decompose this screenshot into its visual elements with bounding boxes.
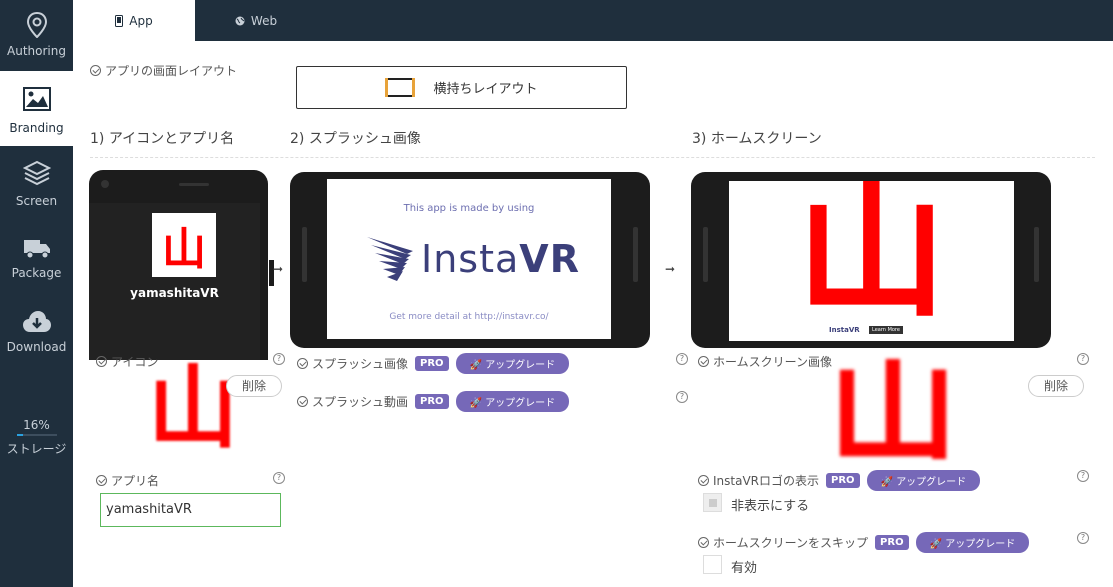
image-icon	[22, 87, 51, 111]
cloud-download-icon	[22, 311, 51, 332]
section-title-home: 3) ホームスクリーン	[692, 131, 822, 147]
delete-icon-button[interactable]: 削除	[226, 375, 282, 397]
help-icon[interactable]: ?	[676, 391, 688, 403]
pro-badge: PRO	[826, 473, 860, 488]
storage-label: ストレージ	[6, 442, 67, 456]
sidebar-item-label: Branding	[9, 121, 64, 135]
check-circle-icon	[96, 475, 107, 486]
sidebar-item-label: Screen	[15, 194, 58, 208]
check-circle-icon	[90, 65, 101, 76]
home-preview-screen: 山 InstaVR Learn More	[729, 181, 1014, 341]
landscape-phone-icon	[385, 78, 416, 97]
pro-badge: PRO	[875, 535, 909, 550]
home-preview-phone: 山 InstaVR Learn More	[691, 172, 1051, 348]
sidebar-item-label: Package	[11, 266, 62, 280]
upgrade-button[interactable]: 🚀 アップグレード	[866, 470, 981, 491]
skip-home-checkbox[interactable]	[703, 555, 722, 574]
skip-home-label: ホームスクリーンをスキップ PRO 🚀 アップグレード	[698, 532, 1030, 553]
storage-bar-fill	[16, 434, 23, 436]
app-name-preview: yamashitaVR	[130, 286, 219, 300]
globe-icon	[235, 16, 245, 25]
sidebar-item-package[interactable]: Package	[0, 238, 73, 293]
sidebar-item-authoring[interactable]: Authoring	[0, 12, 73, 70]
layers-icon	[22, 160, 51, 186]
tab-label: App	[129, 13, 153, 28]
location-pin-icon	[26, 12, 47, 38]
splash-video-label: スプラッシュ動画 PRO 🚀 アップグレード	[297, 391, 570, 412]
icon-preview-screen: 山 yamashitaVR	[89, 203, 260, 360]
landscape-layout-button[interactable]: 横持ちレイアウト	[296, 66, 627, 109]
splash-preview-screen: This app is made by using InstaVR Get mo…	[327, 179, 611, 339]
upgrade-button[interactable]: 🚀 アップグレード	[455, 391, 570, 412]
instavr-wordmark: InstaVR	[421, 237, 580, 281]
tab-label: Web	[250, 13, 278, 28]
help-icon[interactable]: ?	[1077, 353, 1089, 365]
check-circle-icon	[698, 475, 709, 486]
tab-web[interactable]: Web	[195, 0, 317, 41]
divider	[90, 157, 1095, 158]
layout-label: アプリの画面レイアウト	[90, 62, 237, 79]
check-circle-icon	[297, 358, 308, 369]
sidebar-item-label: Authoring	[7, 44, 66, 58]
skip-home-enable-label: 有効	[731, 561, 758, 576]
arrow-icon: ➞	[665, 262, 676, 276]
app-icon-preview: 山	[152, 213, 216, 277]
app-name-label: アプリ名	[96, 472, 159, 489]
check-circle-icon	[698, 356, 709, 367]
instavr-logo-label: InstaVRロゴの表示 PRO 🚀 アップグレード	[698, 470, 981, 491]
splash-image-label: スプラッシュ画像 PRO 🚀 アップグレード	[297, 353, 570, 374]
hide-logo-checkbox[interactable]	[703, 493, 722, 512]
delete-home-image-button[interactable]: 削除	[1028, 375, 1084, 397]
section-title-splash: 2) スプラッシュ画像	[290, 131, 421, 147]
sidebar-item-download[interactable]: Download	[0, 310, 73, 368]
tab-app[interactable]: App	[73, 0, 195, 41]
splash-preview-phone: This app is made by using InstaVR Get mo…	[290, 172, 650, 348]
storage-bar	[16, 434, 57, 436]
icon-preview-phone: 山 yamashitaVR	[89, 170, 274, 360]
pro-badge: PRO	[415, 356, 449, 371]
truck-icon	[23, 240, 50, 259]
check-circle-icon	[96, 356, 107, 367]
branding-panel: アプリの画面レイアウト 横持ちレイアウト 1) アイコンとアプリ名 2) スプラ…	[73, 41, 1113, 587]
sidebar-item-label: Download	[6, 340, 67, 354]
upgrade-button[interactable]: 🚀 アップグレード	[915, 532, 1030, 553]
sidebar-item-branding[interactable]: Branding	[0, 71, 73, 146]
sidebar: Authoring Branding Screen Package Downlo…	[0, 0, 73, 587]
pro-badge: PRO	[415, 394, 449, 409]
arrow-icon: ➞	[273, 262, 284, 276]
sidebar-item-screen[interactable]: Screen	[0, 160, 73, 218]
phone-icon	[115, 14, 124, 27]
help-icon[interactable]: ?	[1077, 532, 1089, 544]
section-title-icon-name: 1) アイコンとアプリ名	[90, 131, 235, 147]
top-tab-bar: App Web	[73, 0, 1113, 41]
help-icon[interactable]: ?	[1077, 470, 1089, 482]
check-circle-icon	[698, 537, 709, 548]
storage-indicator: 16% ストレージ	[0, 418, 73, 457]
hide-logo-label: 非表示にする	[731, 499, 810, 514]
check-circle-icon	[297, 396, 308, 407]
instavr-logo-icon	[367, 237, 413, 281]
help-icon[interactable]: ?	[273, 472, 285, 484]
home-image-preview: 山	[827, 359, 958, 459]
upgrade-button[interactable]: 🚀 アップグレード	[455, 353, 570, 374]
app-name-input[interactable]: yamashitaVR	[100, 493, 281, 527]
help-icon[interactable]: ?	[273, 353, 285, 365]
storage-percent: 16%	[23, 418, 50, 432]
help-icon[interactable]: ?	[676, 353, 688, 365]
